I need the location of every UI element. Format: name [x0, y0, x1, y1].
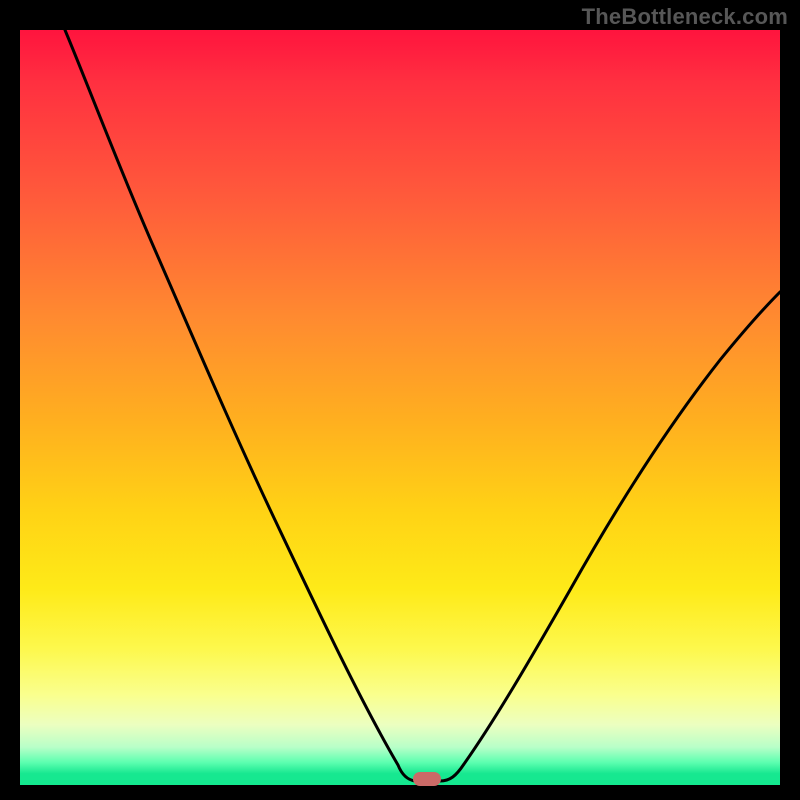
bottleneck-curve — [20, 30, 780, 785]
chart-frame: TheBottleneck.com — [0, 0, 800, 800]
curve-path — [65, 30, 780, 781]
gradient-plot-area — [20, 30, 780, 785]
optimal-point-marker — [413, 772, 441, 786]
watermark-text: TheBottleneck.com — [582, 4, 788, 30]
